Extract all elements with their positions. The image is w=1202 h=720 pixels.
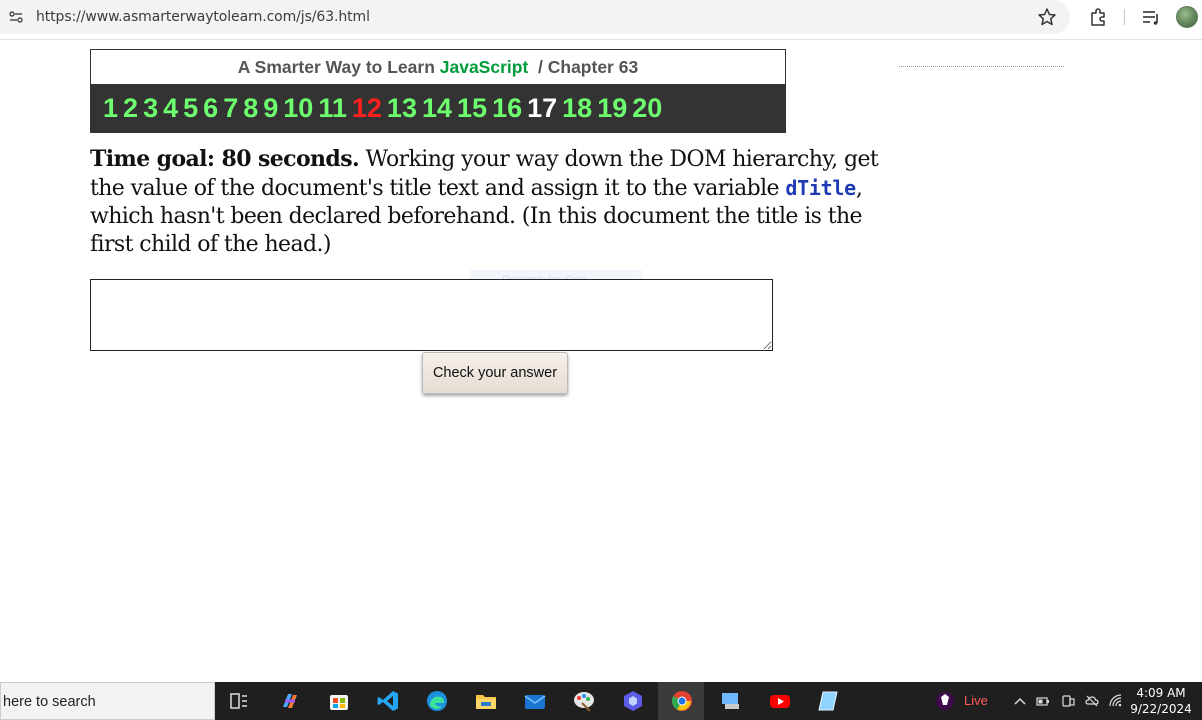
- chapter-link[interactable]: 1: [103, 93, 118, 123]
- chapter-link[interactable]: 12: [352, 93, 382, 123]
- chapter-link[interactable]: 6: [203, 93, 218, 123]
- page-title: A Smarter Way to Learn JavaScript / Chap…: [91, 50, 785, 84]
- microsoft-store-icon[interactable]: [327, 689, 351, 713]
- address-bar[interactable]: https://www.asmarterwaytolearn.com/js/63…: [0, 0, 1070, 34]
- premier-league-icon[interactable]: [933, 689, 957, 713]
- title-prefix: A Smarter Way to Learn: [237, 57, 440, 77]
- chapter-link[interactable]: 2: [123, 93, 138, 123]
- chapter-nav: 1 2 3 4 5 6 7 8 9 10 11 12 13 14 15 16 17 18 19 20: [91, 84, 785, 133]
- chapter-link[interactable]: 17: [527, 93, 557, 123]
- bookmark-star-icon[interactable]: [1037, 7, 1057, 27]
- extensions-icon[interactable]: [1088, 7, 1108, 27]
- battery-icon[interactable]: [1036, 694, 1050, 708]
- chapter-link[interactable]: 9: [263, 93, 278, 123]
- chapter-link[interactable]: 13: [387, 93, 417, 123]
- chapter-link[interactable]: 7: [223, 93, 238, 123]
- chevron-up-icon[interactable]: [1013, 694, 1027, 708]
- paint-icon[interactable]: [572, 689, 596, 713]
- site-info-icon[interactable]: [9, 10, 23, 24]
- copilot-app-icon[interactable]: [621, 689, 645, 713]
- clock-time: 4:09 AM: [1136, 686, 1186, 700]
- taskbar-search[interactable]: here to search: [0, 682, 215, 720]
- youtube-icon[interactable]: [768, 689, 792, 713]
- chapter-link[interactable]: 3: [143, 93, 158, 123]
- check-answer-button[interactable]: Check your answer: [422, 352, 568, 394]
- cloud-off-icon[interactable]: [1085, 694, 1099, 708]
- browser-toolbar: https://www.asmarterwaytolearn.com/js/63…: [0, 0, 1202, 40]
- media-controls-icon[interactable]: [1141, 7, 1161, 27]
- clock-date: 9/22/2024: [1130, 702, 1192, 716]
- chrome-icon[interactable]: [670, 689, 694, 713]
- url-text[interactable]: https://www.asmarterwaytolearn.com/js/63…: [36, 9, 370, 25]
- live-label[interactable]: Live: [964, 693, 988, 708]
- time-goal: Time goal: 80 seconds.: [90, 146, 360, 172]
- file-explorer-icon[interactable]: [474, 689, 498, 713]
- chapter-link[interactable]: 4: [163, 93, 178, 123]
- system-clock[interactable]: 4:09 AM 9/22/2024: [1128, 685, 1194, 717]
- chapter-link[interactable]: 11: [318, 93, 347, 123]
- wifi-icon[interactable]: [1109, 694, 1123, 708]
- chapter-link[interactable]: 19: [597, 93, 627, 123]
- title-brand: JavaScript: [439, 57, 529, 77]
- chapter-link[interactable]: 8: [243, 93, 258, 123]
- title-chapter: / Chapter 63: [538, 57, 639, 77]
- taskbar: here to search Live 4:09 AM 9/22/2024: [0, 682, 1202, 720]
- chapter-link[interactable]: 20: [632, 93, 662, 123]
- answer-input[interactable]: [90, 279, 773, 351]
- chapter-link[interactable]: 14: [422, 93, 452, 123]
- task-view-icon[interactable]: [227, 689, 251, 713]
- profile-avatar[interactable]: [1176, 6, 1198, 28]
- edge-icon[interactable]: [425, 689, 449, 713]
- remote-desktop-icon[interactable]: [719, 689, 743, 713]
- chapter-link[interactable]: 16: [492, 93, 522, 123]
- copilot-icon[interactable]: [278, 689, 302, 713]
- notepad-icon[interactable]: [817, 689, 841, 713]
- chapter-link[interactable]: 5: [183, 93, 198, 123]
- chapter-link[interactable]: 10: [283, 93, 313, 123]
- toolbar-divider: [1124, 9, 1125, 25]
- lesson-header: A Smarter Way to Learn JavaScript / Chap…: [90, 49, 786, 133]
- dotted-divider: [899, 66, 1064, 67]
- exercise-instructions: Time goal: 80 seconds. Working your way …: [90, 145, 900, 259]
- variable-name: dTitle: [785, 176, 856, 200]
- device-icon[interactable]: [1061, 694, 1075, 708]
- chapter-link[interactable]: 15: [457, 93, 487, 123]
- chapter-link[interactable]: 18: [562, 93, 592, 123]
- mail-icon[interactable]: [523, 689, 547, 713]
- vscode-icon[interactable]: [376, 689, 400, 713]
